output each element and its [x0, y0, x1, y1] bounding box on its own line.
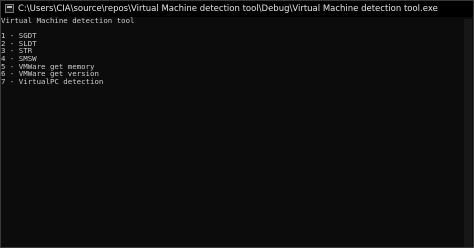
menu-option-str: 3 - STR	[1, 46, 33, 56]
console-app-icon[interactable]	[5, 4, 14, 13]
scrollbar-thumb[interactable]	[464, 19, 472, 247]
title-bar[interactable]: C:\Users\CIA\source\repos\Virtual Machin…	[1, 1, 473, 17]
console-output[interactable]: Virtual Machine detection tool 1 - SGDT …	[1, 17, 463, 247]
menu-option-sldt: 2 - SLDT	[1, 38, 37, 48]
window-title: C:\Users\CIA\source\repos\Virtual Machin…	[18, 4, 438, 14]
console-line-heading: Virtual Machine detection tool	[1, 16, 135, 25]
menu-option-virtualpc: 7 - VirtualPC detection	[1, 76, 104, 86]
menu-option-sgdt: 1 - SGDT	[1, 31, 37, 41]
console-window: C:\Users\CIA\source\repos\Virtual Machin…	[0, 0, 474, 248]
